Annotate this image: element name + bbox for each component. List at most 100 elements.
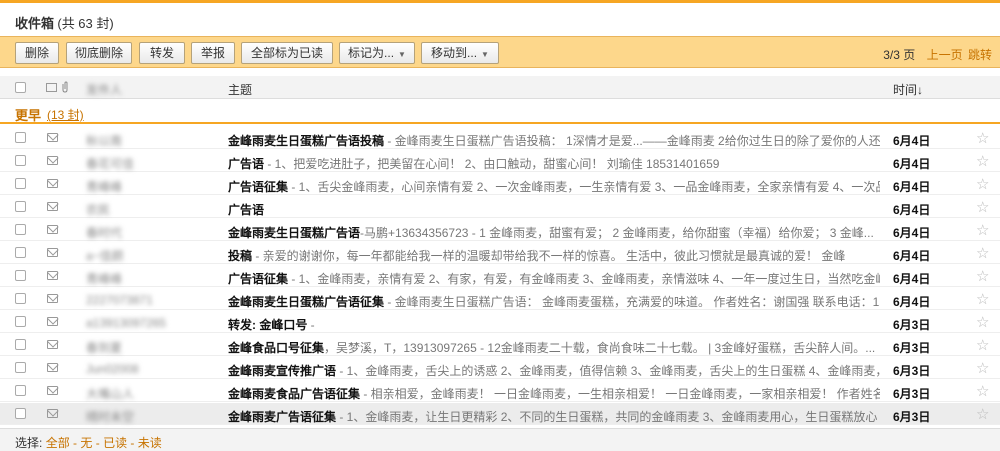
email-row[interactable]: a~佳颜 投稿 - 亲爱的谢谢你，每一年都能给我一样的温暖却带给我不一样的惊喜。 …: [0, 242, 1000, 264]
email-row[interactable]: Jun02008 金峰雨麦宣传推广语 - 1、金峰雨麦，舌尖上的诱惑 2、金峰雨麦…: [0, 357, 1000, 379]
email-date: 6月4日: [893, 180, 931, 194]
envelope-open-icon: [47, 156, 58, 165]
email-sender[interactable]: Jun02008: [86, 362, 206, 376]
email-subject-cell[interactable]: 金峰雨麦生日蛋糕广告语投稿 - 金峰雨麦生日蛋糕广告语投稿： 1深情才是爱...…: [228, 132, 880, 149]
separator: -: [92, 436, 104, 450]
select-none-link[interactable]: 无: [80, 436, 92, 450]
select-unread-link[interactable]: 未读: [138, 436, 162, 450]
mark-as-dropdown[interactable]: 标记为... ▼: [339, 42, 415, 64]
email-sender[interactable]: 春时代: [86, 224, 206, 241]
email-subject: 广告语: [228, 157, 265, 171]
row-checkbox[interactable]: [15, 201, 26, 212]
email-subject-cell[interactable]: 投稿 - 亲爱的谢谢你，每一年都能给我一样的温暖却带给我不一样的惊喜。 生活中，…: [228, 247, 880, 264]
email-subject-cell[interactable]: 广告语 - 1、把爱吃进肚子，把美留在心间！ 2、由口触动，甜蜜心间！ 刘瑜佳 …: [228, 155, 880, 172]
email-date: 6月3日: [893, 410, 931, 424]
row-checkbox[interactable]: [15, 132, 26, 143]
email-sender[interactable]: 秋以南: [86, 132, 206, 149]
email-subject-cell[interactable]: 金峰雨麦生日蛋糕广告语-马鹏+13634356723 - 1 金峰雨麦，甜蜜有爱…: [228, 224, 880, 241]
separator: -: [69, 436, 81, 450]
email-date: 6月4日: [893, 272, 931, 286]
mark-all-read-button[interactable]: 全部标为已读: [241, 42, 333, 64]
email-sender[interactable]: 农民: [86, 201, 206, 218]
star-icon[interactable]: ☆: [976, 382, 989, 400]
row-checkbox[interactable]: [15, 339, 26, 350]
move-to-dropdown[interactable]: 移动到... ▼: [421, 42, 499, 64]
star-icon[interactable]: ☆: [976, 152, 989, 170]
row-checkbox[interactable]: [15, 362, 26, 373]
row-checkbox[interactable]: [15, 408, 26, 419]
email-row[interactable]: 春花可佳 广告语 - 1、把爱吃进肚子，把美留在心间！ 2、由口触动，甜蜜心间！ …: [0, 150, 1000, 172]
star-icon[interactable]: ☆: [976, 198, 989, 216]
star-icon[interactable]: ☆: [976, 313, 989, 331]
row-checkbox[interactable]: [15, 224, 26, 235]
jump-page-link[interactable]: 跳转: [968, 48, 992, 62]
select-read-link[interactable]: 已读: [103, 436, 127, 450]
email-sender[interactable]: 2227073871: [86, 293, 206, 307]
star-icon[interactable]: ☆: [976, 290, 989, 308]
email-row[interactable]: 青峰峰 广告语征集 - 1、金峰雨麦，亲情有爱 2、有家，有爱，有金峰雨麦 3、金…: [0, 265, 1000, 287]
group-count-link[interactable]: (13 封): [47, 106, 84, 123]
row-checkbox[interactable]: [15, 316, 26, 327]
email-subject-cell[interactable]: 广告语征集 - 1、金峰雨麦，亲情有爱 2、有家，有爱，有金峰雨麦 3、金峰雨麦…: [228, 270, 880, 287]
email-row[interactable]: 2227073871 金峰雨麦生日蛋糕广告语征集 - 金峰雨麦生日蛋糕广告语： 金…: [0, 288, 1000, 310]
forward-button[interactable]: 转发: [139, 42, 185, 64]
report-button[interactable]: 举报: [191, 42, 235, 64]
star-icon[interactable]: ☆: [976, 129, 989, 147]
row-checkbox[interactable]: [15, 270, 26, 281]
email-date: 6月4日: [893, 203, 931, 217]
email-row[interactable]: 农民 广告语 6月4日 ☆: [0, 196, 1000, 218]
email-sender[interactable]: a13913097265: [86, 316, 206, 330]
email-sender[interactable]: 大嘴山人: [86, 385, 206, 402]
sender-column-header[interactable]: 发件人: [86, 81, 122, 98]
email-subject-cell[interactable]: 金峰雨麦广告语征集 - 1、金峰雨麦，让生日更精彩 2、不同的生日蛋糕，共同的金…: [228, 408, 880, 425]
star-icon[interactable]: ☆: [976, 405, 989, 423]
email-date: 6月4日: [893, 295, 931, 309]
star-icon[interactable]: ☆: [976, 221, 989, 239]
email-subject-cell[interactable]: 广告语征集 - 1、舌尖金峰雨麦，心间亲情有爱 2、一次金峰雨麦，一生亲情有爱 …: [228, 178, 880, 195]
email-subject-cell[interactable]: 金峰雨麦生日蛋糕广告语征集 - 金峰雨麦生日蛋糕广告语： 金峰雨麦蛋糕，充满爱的…: [228, 293, 880, 310]
delete-permanently-button[interactable]: 彻底删除: [66, 42, 132, 64]
email-sender[interactable]: 春到夏: [86, 339, 206, 356]
subject-column-header[interactable]: 主题: [228, 81, 252, 98]
email-row[interactable]: 大嘴山人 金峰雨麦食品广告语征集 - 相亲相爱，金峰雨麦！ 一日金峰雨麦，一生相亲…: [0, 380, 1000, 402]
row-checkbox[interactable]: [15, 385, 26, 396]
star-icon[interactable]: ☆: [976, 267, 989, 285]
email-subject-cell[interactable]: 转发: 金峰口号 -: [228, 316, 880, 333]
email-preview: - 亲爱的谢谢你，每一年都能给我一样的温暖却带给我不一样的惊喜。 生活中，彼此习…: [252, 249, 846, 263]
envelope-open-icon: [47, 363, 58, 372]
email-row[interactable]: 晴时未空 金峰雨麦广告语征集 - 1、金峰雨麦，让生日更精彩 2、不同的生日蛋糕，…: [0, 403, 1000, 425]
row-checkbox[interactable]: [15, 293, 26, 304]
email-row[interactable]: 青峰峰 广告语征集 - 1、舌尖金峰雨麦，心间亲情有爱 2、一次金峰雨麦，一生亲情…: [0, 173, 1000, 195]
star-icon[interactable]: ☆: [976, 244, 989, 262]
email-subject-cell[interactable]: 广告语: [228, 201, 880, 218]
email-row[interactable]: 春时代 金峰雨麦生日蛋糕广告语-马鹏+13634356723 - 1 金峰雨麦，甜…: [0, 219, 1000, 241]
star-icon[interactable]: ☆: [976, 336, 989, 354]
email-subject-cell[interactable]: 金峰食品口号征集，吴梦溪，T，13913097265 - 12金峰雨麦二十载，食…: [228, 339, 880, 356]
row-checkbox[interactable]: [15, 155, 26, 166]
select-all-link[interactable]: 全部: [46, 436, 70, 450]
envelope-open-icon: [47, 179, 58, 188]
row-checkbox[interactable]: [15, 178, 26, 189]
email-row[interactable]: 春到夏 金峰食品口号征集，吴梦溪，T，13913097265 - 12金峰雨麦二十…: [0, 334, 1000, 356]
email-date: 6月4日: [893, 249, 931, 263]
star-icon[interactable]: ☆: [976, 175, 989, 193]
email-sender[interactable]: 晴时未空: [86, 408, 206, 425]
email-row[interactable]: 秋以南 金峰雨麦生日蛋糕广告语投稿 - 金峰雨麦生日蛋糕广告语投稿： 1深情才是爱…: [0, 127, 1000, 149]
select-all-checkbox[interactable]: [15, 82, 26, 93]
email-preview: -: [307, 318, 315, 332]
star-icon[interactable]: ☆: [976, 359, 989, 377]
prev-page-link[interactable]: 上一页: [927, 48, 963, 62]
row-checkbox[interactable]: [15, 247, 26, 258]
email-subject-cell[interactable]: 金峰雨麦食品广告语征集 - 相亲相爱，金峰雨麦！ 一日金峰雨麦，一生相亲相爱！ …: [228, 385, 880, 402]
email-date: 6月3日: [893, 387, 931, 401]
email-sender[interactable]: 青峰峰: [86, 178, 206, 195]
email-sender[interactable]: 春花可佳: [86, 155, 206, 172]
email-sender[interactable]: a~佳颜: [86, 247, 206, 264]
email-row[interactable]: a13913097265 转发: 金峰口号 - 6月3日 ☆: [0, 311, 1000, 333]
delete-button[interactable]: 删除: [15, 42, 59, 64]
email-subject-cell[interactable]: 金峰雨麦宣传推广语 - 1、金峰雨麦，舌尖上的诱惑 2、金峰雨麦，值得信赖 3、…: [228, 362, 880, 379]
time-column-header[interactable]: 时间↓: [893, 81, 923, 98]
email-sender[interactable]: 青峰峰: [86, 270, 206, 287]
email-subject: 广告语: [228, 203, 265, 217]
envelope-open-icon: [47, 202, 58, 211]
